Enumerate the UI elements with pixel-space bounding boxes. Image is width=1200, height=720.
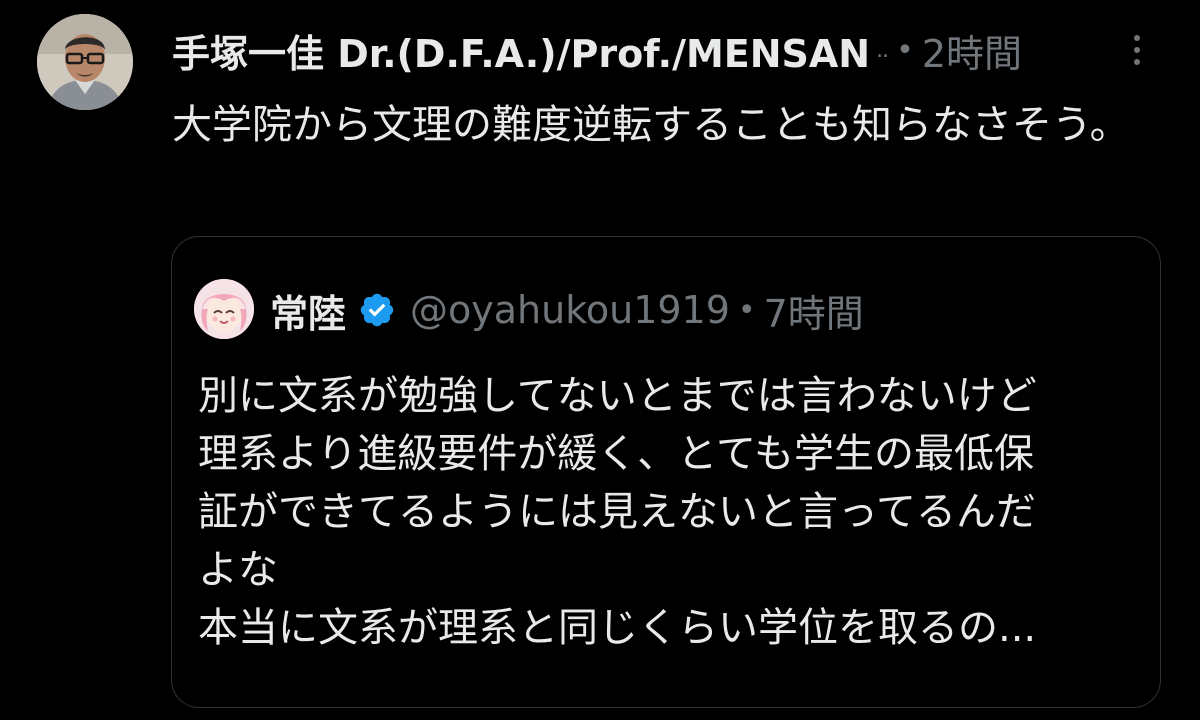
quoted-tweet-card[interactable]: 常陸 @oyahukou1919 • 7時間 別に文系が勉強してないとまでは言わ… [171, 236, 1161, 708]
tweet-header: 手塚一佳 Dr.(D.F.A.)/Prof./MENSAN .. • 2時間 [172, 20, 1132, 80]
anime-avatar-icon [194, 279, 254, 339]
quoted-tweet-header: 常陸 @oyahukou1919 • 7時間 [270, 281, 864, 339]
author-display-name[interactable]: 手塚一佳 Dr.(D.F.A.)/Prof./MENSAN [172, 23, 870, 78]
header-separator: • [896, 32, 914, 68]
person-avatar-icon [37, 14, 133, 110]
quoted-text-line: 別に文系が勉強してないとまでは言わないけど [198, 373, 1037, 419]
quoted-text-line: 本当に文系が理系と同じくらい学位を取るの... [198, 605, 1037, 651]
more-vertical-icon[interactable] [1122, 28, 1152, 72]
quoted-author-avatar[interactable] [194, 279, 254, 339]
quoted-text-line: 証ができてるようには見えないと言ってるんだ [198, 489, 1036, 535]
name-truncation: .. [876, 37, 889, 63]
tweet-text: 大学院から文理の難度逆転することも知らなさそう。 [172, 102, 1130, 148]
verified-badge-icon[interactable] [358, 291, 396, 329]
quoted-header-separator: • [737, 292, 756, 328]
quoted-tweet-text: 別に文系が勉強してないとまでは言わないけど 理系より進級要件が緩く、とても学生の… [198, 367, 1148, 657]
quoted-tweet-timestamp[interactable]: 7時間 [764, 283, 864, 338]
quoted-text-line: 理系より進級要件が緩く、とても学生の最低保 [198, 431, 1034, 477]
quoted-author-display-name[interactable]: 常陸 [270, 283, 346, 338]
tweet-timestamp[interactable]: 2時間 [922, 23, 1022, 78]
quoted-author-handle[interactable]: @oyahukou1919 [410, 288, 730, 332]
author-avatar[interactable] [37, 14, 133, 110]
quoted-text-line: よな [198, 547, 278, 593]
